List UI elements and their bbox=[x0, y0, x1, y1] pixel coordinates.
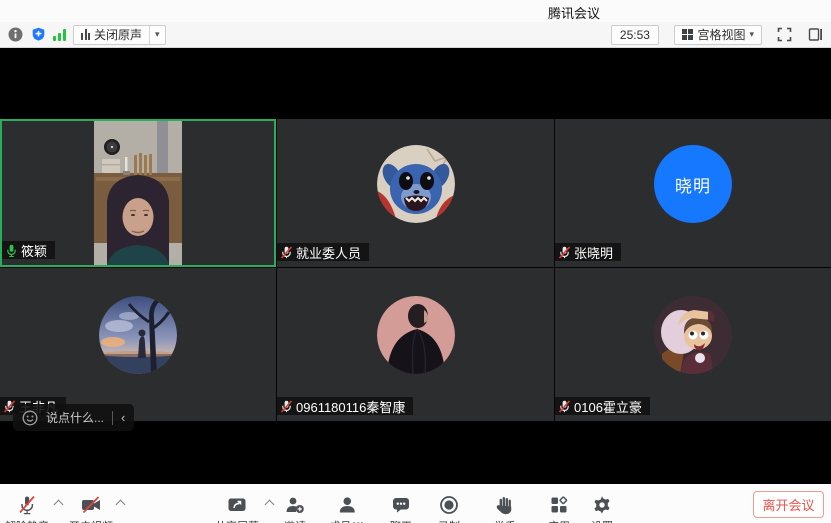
camera-muted-icon bbox=[80, 495, 102, 515]
avatar-initials: 晓明 bbox=[654, 145, 732, 223]
participant-name-tag: 0106霍立豪 bbox=[555, 397, 650, 415]
divider bbox=[112, 411, 113, 425]
participant-tile-huolihao[interactable]: 0106霍立豪 bbox=[555, 268, 831, 421]
dropdown-arrow-icon: ▾ bbox=[155, 29, 160, 40]
invite-button[interactable]: 邀请 bbox=[284, 495, 306, 523]
network-signal-icon[interactable] bbox=[53, 29, 66, 41]
participant-tile-wangfeifan[interactable]: 王非凡 bbox=[0, 268, 276, 421]
chat-quick-input[interactable]: 说点什么... ‹ bbox=[13, 404, 134, 431]
view-mode-button[interactable]: 宫格视图 ▾ bbox=[674, 25, 762, 45]
members-icon bbox=[337, 495, 357, 515]
fullscreen-icon[interactable] bbox=[775, 26, 793, 44]
collapse-chevron-icon[interactable]: ‹ bbox=[121, 411, 125, 424]
participant-tile-qinzhikang[interactable]: 0961180116秦智康 bbox=[277, 268, 554, 421]
share-screen-icon bbox=[227, 495, 247, 515]
window-title: 腾讯会议 bbox=[548, 3, 600, 22]
start-video-button[interactable]: 开启视频 bbox=[69, 495, 113, 523]
meeting-timer: 25:53 bbox=[611, 25, 659, 45]
meeting-window: 腾讯会议 关闭原声 ▾ 25:53 宫格视图 ▾ bbox=[0, 0, 831, 523]
chat-bubble-icon bbox=[391, 495, 411, 515]
side-panel-icon[interactable] bbox=[806, 26, 824, 44]
titlebar: 腾讯会议 bbox=[0, 0, 831, 22]
mic-muted-icon bbox=[17, 495, 37, 515]
avatar bbox=[99, 296, 177, 374]
video-options-chevron[interactable] bbox=[116, 500, 126, 510]
mic-on-icon bbox=[5, 244, 18, 257]
participant-name-tag: 就业委人员 bbox=[277, 243, 369, 261]
top-toolbar: 关闭原声 ▾ 25:53 宫格视图 ▾ bbox=[0, 22, 831, 48]
original-sound-dropdown[interactable]: ▾ bbox=[149, 26, 165, 44]
mic-muted-icon bbox=[558, 246, 571, 259]
participant-tile-zhangxiaoming[interactable]: 晓明 张晓明 bbox=[555, 119, 831, 267]
avatar bbox=[377, 296, 455, 374]
invite-person-icon bbox=[285, 495, 305, 515]
chat-button[interactable]: 聊天 bbox=[390, 495, 412, 523]
participant-tile-jiuyewei[interactable]: 就业委人员 bbox=[277, 119, 554, 267]
video-stage: 筱颖 bbox=[0, 48, 831, 484]
participant-name-tag: 0961180116秦智康 bbox=[277, 397, 413, 415]
record-button[interactable]: 录制 bbox=[438, 495, 460, 523]
participant-tile-xiaoying[interactable]: 筱颖 bbox=[0, 119, 276, 267]
security-shield-icon[interactable] bbox=[30, 27, 46, 43]
participant-name-tag: 筱颖 bbox=[2, 241, 55, 259]
share-screen-button[interactable]: 共享屏幕 bbox=[215, 495, 259, 523]
raise-hand-button[interactable]: 举手 bbox=[494, 495, 516, 523]
bottom-control-bar: 解除静音 开启视频 共享屏幕 邀请 成员(6) 聊天 录制 bbox=[0, 484, 831, 523]
apps-button[interactable]: 应用 bbox=[548, 495, 570, 523]
avatar bbox=[377, 145, 455, 223]
sound-wave-icon bbox=[81, 29, 90, 40]
participant-grid: 筱颖 bbox=[0, 119, 831, 422]
avatar bbox=[654, 296, 732, 374]
mic-options-chevron[interactable] bbox=[54, 500, 64, 510]
original-sound-button[interactable]: 关闭原声 ▾ bbox=[73, 25, 166, 45]
emoji-icon[interactable] bbox=[22, 410, 38, 426]
leave-meeting-button[interactable]: 离开会议 bbox=[753, 491, 824, 518]
view-mode-label: 宫格视图 bbox=[697, 26, 745, 43]
record-icon bbox=[439, 495, 459, 515]
meeting-info-icon[interactable] bbox=[7, 27, 23, 43]
grid-view-icon bbox=[682, 29, 694, 41]
mic-muted-icon bbox=[558, 400, 571, 413]
gear-icon bbox=[592, 495, 612, 515]
members-button[interactable]: 成员(6) bbox=[329, 495, 364, 523]
chat-placeholder[interactable]: 说点什么... bbox=[46, 409, 104, 426]
unmute-button[interactable]: 解除静音 bbox=[5, 495, 49, 523]
dropdown-arrow-icon: ▾ bbox=[749, 29, 754, 40]
mic-muted-icon bbox=[280, 246, 293, 259]
webcam-video bbox=[94, 121, 182, 265]
raise-hand-icon bbox=[495, 495, 515, 515]
settings-button[interactable]: 设置 bbox=[591, 495, 613, 523]
participant-name-tag: 张晓明 bbox=[555, 243, 621, 261]
original-sound-label: 关闭原声 bbox=[94, 26, 142, 43]
apps-icon bbox=[549, 495, 569, 515]
share-options-chevron[interactable] bbox=[265, 500, 275, 510]
mic-muted-icon bbox=[280, 400, 293, 413]
